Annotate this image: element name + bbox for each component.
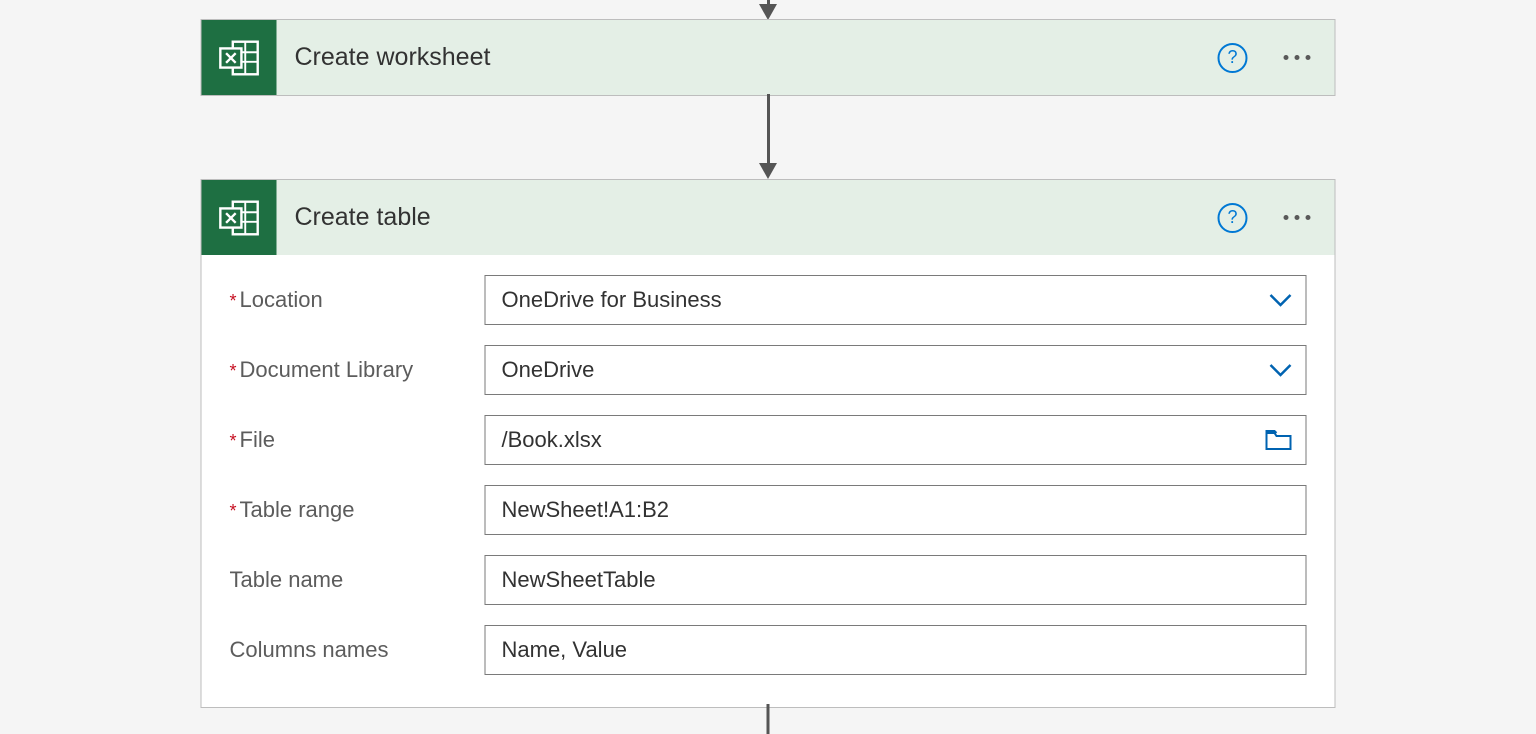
field-input[interactable] bbox=[485, 275, 1307, 325]
flow-connector bbox=[767, 704, 770, 734]
field-label-text: Table name bbox=[230, 567, 344, 593]
field-label-text: Document Library bbox=[240, 357, 414, 383]
required-asterisk: * bbox=[230, 361, 237, 382]
required-asterisk: * bbox=[230, 501, 237, 522]
flow-connector bbox=[759, 94, 777, 179]
field-input-wrapper bbox=[485, 555, 1307, 605]
field-input-wrapper bbox=[485, 625, 1307, 675]
more-menu-icon[interactable] bbox=[1276, 55, 1319, 60]
field-input[interactable] bbox=[485, 555, 1307, 605]
form-row: *Location bbox=[230, 275, 1307, 325]
field-label: Table name bbox=[230, 567, 485, 593]
field-input[interactable] bbox=[485, 345, 1307, 395]
field-input-wrapper bbox=[485, 345, 1307, 395]
required-asterisk: * bbox=[230, 431, 237, 452]
field-label: *Table range bbox=[230, 497, 485, 523]
form-row: *Table range bbox=[230, 485, 1307, 535]
required-asterisk: * bbox=[230, 291, 237, 312]
field-input[interactable] bbox=[485, 485, 1307, 535]
action-card-create-table[interactable]: Create table ? *Location*Document Librar… bbox=[201, 179, 1336, 708]
field-label: *Location bbox=[230, 287, 485, 313]
field-input[interactable] bbox=[485, 625, 1307, 675]
field-input-wrapper bbox=[485, 415, 1307, 465]
help-icon[interactable]: ? bbox=[1218, 43, 1248, 73]
field-label-text: File bbox=[240, 427, 275, 453]
action-card-header[interactable]: Create worksheet ? bbox=[202, 20, 1335, 95]
field-input[interactable] bbox=[485, 415, 1307, 465]
excel-icon bbox=[202, 180, 277, 255]
flow-connector bbox=[759, 0, 777, 20]
action-title: Create table bbox=[277, 203, 1218, 232]
form-row: Table name bbox=[230, 555, 1307, 605]
action-card-header[interactable]: Create table ? bbox=[202, 180, 1335, 255]
field-input-wrapper bbox=[485, 275, 1307, 325]
field-label-text: Table range bbox=[240, 497, 355, 523]
action-card-create-worksheet[interactable]: Create worksheet ? bbox=[201, 19, 1336, 96]
field-label: *File bbox=[230, 427, 485, 453]
field-label-text: Columns names bbox=[230, 637, 389, 663]
field-label: Columns names bbox=[230, 637, 485, 663]
form-row: *File bbox=[230, 415, 1307, 465]
field-input-wrapper bbox=[485, 485, 1307, 535]
help-icon[interactable]: ? bbox=[1218, 203, 1248, 233]
action-title: Create worksheet bbox=[277, 43, 1218, 72]
form-row: *Document Library bbox=[230, 345, 1307, 395]
action-card-body: *Location*Document Library*File*Table ra… bbox=[202, 255, 1335, 707]
field-label-text: Location bbox=[240, 287, 323, 313]
field-label: *Document Library bbox=[230, 357, 485, 383]
more-menu-icon[interactable] bbox=[1276, 215, 1319, 220]
excel-icon bbox=[202, 20, 277, 95]
form-row: Columns names bbox=[230, 625, 1307, 675]
